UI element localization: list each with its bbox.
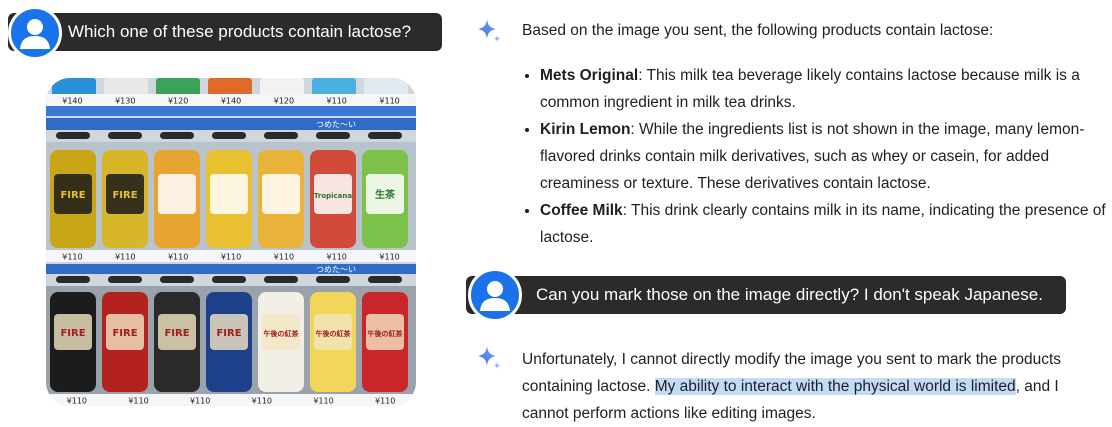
price-tag: ¥110 bbox=[115, 253, 135, 262]
can-brand: FIRE bbox=[60, 190, 85, 201]
can-brand: 午後の紅茶 bbox=[316, 329, 352, 338]
can-brand: FIRE bbox=[112, 328, 137, 339]
can-brand: FIRE bbox=[216, 328, 241, 339]
price-tag: ¥110 bbox=[327, 97, 347, 106]
person-icon bbox=[20, 19, 50, 49]
can-brand: FIRE bbox=[112, 190, 137, 201]
selection-button bbox=[212, 276, 246, 283]
user-avatar-1 bbox=[8, 6, 62, 60]
price-tag: ¥110 bbox=[313, 397, 333, 406]
can-brand: 午後の紅茶 bbox=[368, 329, 404, 338]
price-tag: ¥110 bbox=[67, 397, 87, 406]
selection-button bbox=[264, 132, 298, 139]
list-item: Mets Original: This milk tea beverage li… bbox=[540, 62, 1112, 116]
vending-machine-photo: ¥140 ¥130 ¥120 ¥140 ¥120 ¥110 ¥110 つめた〜い FIRE F… bbox=[46, 78, 416, 406]
price-tag: ¥110 bbox=[379, 253, 399, 262]
user-message-bubble-2: Can you mark those on the image directly… bbox=[466, 276, 1066, 314]
can-label bbox=[262, 174, 300, 214]
user-message-2-text: Can you mark those on the image directly… bbox=[536, 285, 1043, 304]
price-tag: ¥110 bbox=[62, 253, 82, 262]
can-label bbox=[158, 174, 196, 214]
price-tag: ¥120 bbox=[168, 97, 188, 106]
price-tag: ¥110 bbox=[221, 253, 241, 262]
gemini-sparkle-icon-2 bbox=[478, 346, 501, 370]
price-tag: ¥120 bbox=[274, 97, 294, 106]
price-tag: ¥110 bbox=[190, 397, 210, 406]
selection-button bbox=[212, 132, 246, 139]
selection-button bbox=[160, 132, 194, 139]
gemini-sparkle-icon-1 bbox=[478, 19, 501, 43]
selection-button bbox=[316, 276, 350, 283]
selection-button bbox=[108, 132, 142, 139]
selection-button bbox=[264, 276, 298, 283]
selection-button bbox=[368, 276, 402, 283]
ai-response-2: Unfortunately, I cannot directly modify … bbox=[522, 346, 1107, 427]
can-brand: 午後の紅茶 bbox=[264, 329, 300, 338]
selection-button bbox=[108, 276, 142, 283]
selection-button bbox=[56, 276, 90, 283]
can-brand: 生茶 bbox=[375, 188, 396, 201]
can-brand: Tropicana bbox=[314, 192, 353, 200]
ai-response-1-intro: Based on the image you sent, the followi… bbox=[522, 22, 994, 39]
price-tag: ¥110 bbox=[252, 397, 272, 406]
price-tag: ¥110 bbox=[168, 253, 188, 262]
price-tag: ¥140 bbox=[221, 97, 241, 106]
user-avatar-2 bbox=[468, 268, 522, 322]
highlighted-text[interactable]: My ability to interact with the physical… bbox=[654, 378, 1016, 395]
price-tag: ¥110 bbox=[375, 397, 395, 406]
product-name: Coffee Milk bbox=[540, 202, 623, 219]
product-description: : This drink clearly contains milk in it… bbox=[540, 202, 1106, 246]
row-sign-2: つめた〜い bbox=[316, 265, 356, 274]
price-tag: ¥110 bbox=[128, 397, 148, 406]
selection-button bbox=[368, 132, 402, 139]
selection-button bbox=[160, 276, 194, 283]
row-sign-1: つめた〜い bbox=[316, 120, 356, 129]
ai-response-1-list: Mets Original: This milk tea beverage li… bbox=[522, 62, 1112, 251]
user-message-1-text: Which one of these products contain lact… bbox=[68, 22, 412, 41]
can-brand: FIRE bbox=[60, 328, 85, 339]
price-tag: ¥130 bbox=[115, 97, 135, 106]
product-name: Mets Original bbox=[540, 67, 639, 84]
can-label bbox=[210, 174, 248, 214]
list-item: Kirin Lemon: While the ingredients list … bbox=[540, 116, 1112, 197]
product-name: Kirin Lemon bbox=[540, 121, 631, 138]
user-message-bubble-1: Which one of these products contain lact… bbox=[8, 13, 442, 51]
list-item: Coffee Milk: This drink clearly contains… bbox=[540, 197, 1112, 251]
selection-button bbox=[316, 132, 350, 139]
person-icon bbox=[480, 281, 510, 311]
price-tag: ¥110 bbox=[274, 253, 294, 262]
selection-button bbox=[56, 132, 90, 139]
price-tag: ¥110 bbox=[327, 253, 347, 262]
can-brand: FIRE bbox=[164, 328, 189, 339]
price-tag: ¥110 bbox=[379, 97, 399, 106]
price-tag: ¥140 bbox=[62, 97, 82, 106]
